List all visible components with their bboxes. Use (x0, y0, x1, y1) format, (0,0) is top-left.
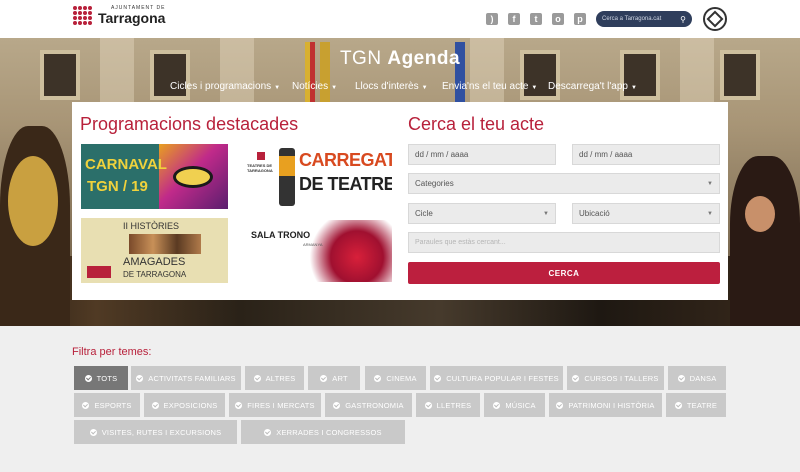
check-icon (84, 374, 92, 382)
site-search-placeholder: Cerca a Tarragona.cat (602, 16, 662, 22)
promo-carregats-line1: CARREGATS (299, 150, 392, 170)
location-select[interactable]: Ubicació ▼ (572, 203, 720, 224)
dropdown-arrow-icon: ▼ (707, 180, 713, 187)
check-icon (333, 401, 341, 409)
tarragona-logo[interactable]: AJUNTAMENT DE Tarragona (72, 5, 165, 25)
promo-carregats[interactable]: TEATRES DE TARRAGONA CARREGATS DE TEATRE (245, 144, 392, 209)
twitter-icon[interactable]: t (530, 13, 542, 25)
nav-app[interactable]: Descarrega't l'app ▼ (548, 81, 637, 92)
check-icon (572, 374, 580, 382)
tag-exposicions[interactable]: EXPOSICIONS (144, 393, 225, 417)
caret-down-icon: ▼ (630, 85, 637, 91)
check-icon (556, 401, 564, 409)
site-search-input[interactable]: Cerca a Tarragona.cat ⚲ (596, 11, 692, 27)
check-icon (493, 401, 501, 409)
teatres-logo-icon (257, 152, 265, 160)
tag-visites-rutes[interactable]: VISITES, RUTES I EXCURSIONS (74, 420, 237, 444)
check-icon (253, 374, 261, 382)
featured-title: Programacions destacades (80, 114, 299, 134)
check-icon (82, 401, 90, 409)
search-icon[interactable]: ⚲ (680, 15, 686, 24)
person (730, 156, 800, 326)
caret-down-icon: ▼ (331, 85, 338, 91)
search-button[interactable]: CERCA (408, 262, 720, 284)
promo-sala-trono-small: ARMANYA (303, 242, 323, 247)
caret-down-icon: ▼ (274, 85, 281, 91)
date-from-input[interactable]: dd / mm / aaaa (408, 144, 556, 165)
tag-activitats-familiars[interactable]: ACTIVITATS FAMILIARS (131, 366, 241, 390)
tag-teatre[interactable]: TEATRE (666, 393, 726, 417)
nav-cicles[interactable]: Cicles i programacions ▼ (170, 81, 280, 92)
promo-carnaval[interactable]: CARNAVAL TGN / 19 (81, 144, 228, 209)
tag-gastronomia[interactable]: GASTRONOMIA (325, 393, 412, 417)
nav-envians[interactable]: Envia'ns el teu acte ▼ (442, 81, 537, 92)
instagram-icon[interactable]: o (552, 13, 564, 25)
date-to-input[interactable]: dd / mm / aaaa (572, 144, 720, 165)
nav-noticies[interactable]: Notícies ▼ (292, 81, 337, 92)
tag-cursos-tallers[interactable]: CURSOS I TALLERS (567, 366, 664, 390)
tag-altres[interactable]: ALTRES (245, 366, 304, 390)
promo-histories[interactable]: II HISTÒRIES AMAGADES DE TARRAGONA (81, 218, 228, 283)
main-nav: Cicles i programacions ▼ Notícies ▼ Llocs … (0, 81, 800, 95)
promo-carregats-small: TEATRES DE TARRAGONA (247, 163, 273, 173)
mask-eye (173, 166, 213, 188)
tag-fires-mercats[interactable]: FIRES I MERCATS (229, 393, 321, 417)
check-icon (264, 428, 272, 436)
categories-select[interactable]: Categories ▼ (408, 173, 720, 194)
cycle-select[interactable]: Cicle ▼ (408, 203, 556, 224)
sala-trono-art (303, 220, 392, 282)
check-icon (677, 374, 685, 382)
tag-lletres[interactable]: LLETRES (416, 393, 480, 417)
tag-musica[interactable]: MÚSICA (484, 393, 545, 417)
tag-tots[interactable]: TOTS (74, 366, 128, 390)
face (745, 196, 775, 232)
tag-xerrades-congressos[interactable]: XERRADES I CONGRESSOS (241, 420, 405, 444)
dropdown-arrow-icon: ▼ (543, 210, 549, 217)
tag-cultura-popular[interactable]: CULTURA POPULAR I FESTES (430, 366, 563, 390)
battery-charge (279, 156, 295, 176)
site-title: TGN Agenda (339, 48, 461, 69)
dropdown-arrow-icon: ▼ (707, 210, 713, 217)
promo-carnaval-line1: CARNAVAL (85, 156, 167, 173)
filter-title: Filtra per temes: (72, 346, 152, 358)
caret-down-icon: ▼ (421, 85, 428, 91)
check-icon (235, 401, 243, 409)
check-icon (374, 374, 382, 382)
logo-title: Tarragona (98, 9, 166, 26)
check-icon (151, 401, 159, 409)
tag-patrimoni-historia[interactable]: PATRIMONI I HISTÒRIA (549, 393, 662, 417)
site-header: AJUNTAMENT DE Tarragona ) f t o p Cerca … (0, 0, 800, 38)
check-icon (89, 428, 97, 436)
promo-histories-line3: DE TARRAGONA (123, 270, 187, 279)
promo-carnaval-line2: TGN / 19 (87, 178, 148, 195)
promo-histories-line1: II HISTÒRIES (123, 221, 180, 231)
promo-histories-line2: AMAGADES (123, 256, 186, 268)
check-icon (674, 401, 682, 409)
tarragona-logo-icon (72, 5, 92, 25)
promo-histories-image (129, 234, 201, 254)
tag-art[interactable]: ART (308, 366, 360, 390)
museum-logo-icon (87, 266, 111, 278)
tag-esports[interactable]: ESPORTS (74, 393, 140, 417)
facebook-icon[interactable]: f (508, 13, 520, 25)
search-title: Cerca el teu acte (408, 114, 545, 134)
nav-llocs[interactable]: Llocs d'interès ▼ (355, 81, 428, 92)
promo-sala-trono-line1: SALA TRONO (251, 230, 311, 240)
tag-dansa[interactable]: DANSA (668, 366, 726, 390)
check-icon (320, 374, 328, 382)
social-links: ) f t o p (486, 13, 596, 25)
caret-down-icon: ▼ (531, 85, 538, 91)
check-icon (136, 374, 144, 382)
tag-cinema[interactable]: CINEMA (365, 366, 426, 390)
rss-icon[interactable]: ) (486, 13, 498, 25)
check-icon (424, 401, 432, 409)
keyword-input[interactable]: Paraules que estàs cercant... (408, 232, 720, 253)
promo-sala-trono[interactable]: SALA TRONO ARMANYA (245, 218, 392, 283)
heritage-seal-icon[interactable] (703, 7, 727, 31)
check-icon (434, 374, 442, 382)
tuba (8, 156, 58, 246)
promo-carregats-line2: DE TEATRE (299, 174, 392, 194)
pinterest-icon[interactable]: p (574, 13, 586, 25)
